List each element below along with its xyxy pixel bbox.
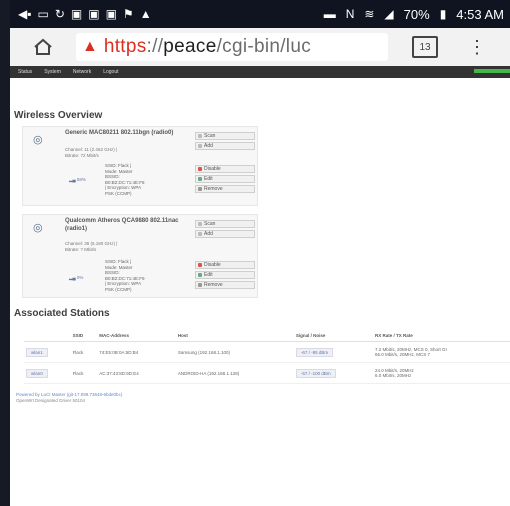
cast-icon: ▬	[323, 7, 336, 21]
home-icon	[34, 38, 52, 55]
add-button[interactable]: Add	[195, 230, 255, 238]
voicemail-icon: ▭	[37, 7, 49, 21]
nav-item-status[interactable]: Status	[18, 69, 32, 75]
add-icon	[198, 144, 202, 148]
column-header: Host	[175, 330, 294, 342]
warning-icon: ▲	[82, 38, 98, 55]
host-cell: Samsung (192.168.1.100)	[175, 341, 294, 363]
flag-icon: ⚑	[122, 7, 134, 21]
scan-button[interactable]: Scan	[195, 132, 255, 140]
wifi-icon: ≋	[364, 7, 375, 21]
rate-cell: 7.2 Mbit/s, 20MHz, MCS 0, Short GI 65.0 M…	[373, 341, 510, 363]
battery-icon: ▮	[439, 7, 447, 21]
phone-screen: ◀▪ ▭ ↻ ▣ ▣ ▣ ⚑ ▲ ▬ N ≋ ◢ 70% ▮ 4:53 AM ▲	[0, 0, 510, 506]
image-icon: ▣	[88, 7, 100, 21]
wifi-device-icon: ◎	[33, 134, 43, 146]
image-icon: ▣	[105, 7, 117, 21]
add-icon	[198, 232, 202, 236]
mute-icon: ◀▪	[18, 7, 32, 21]
browser-toolbar: ▲ https://peace/cgi-bin/luc 13 ⋮	[10, 28, 510, 66]
remove-button[interactable]: Remove	[195, 185, 255, 193]
changes-indicator	[474, 69, 510, 73]
edit-button[interactable]: Edit	[195, 175, 255, 183]
signal-cell: -67 / -95 dBm	[293, 341, 373, 363]
column-header: MAC-Address	[97, 330, 176, 342]
nav-item-system[interactable]: System	[44, 69, 61, 75]
associated-stations-title: Associated Stations	[14, 308, 110, 319]
scan-button[interactable]: Scan	[195, 220, 255, 228]
add-button[interactable]: Add	[195, 142, 255, 150]
notification-icons: ◀▪ ▭ ↻ ▣ ▣ ▣ ⚑ ▲	[18, 7, 152, 21]
signal-strength: ▂▄ 0%	[69, 275, 84, 280]
signal-strength: ▂▄ 58%	[69, 177, 86, 182]
column-header: RX Rate / TX Rate	[373, 330, 510, 342]
table-row: wlan0 Flack AC:37:43:8D:9D:E4 ANDROID-HA…	[24, 362, 510, 384]
home-button[interactable]	[28, 32, 58, 62]
radio0-block: ◎ Generic MAC80211 802.11bgn (radio0) Ch…	[22, 126, 258, 206]
nfc-icon: N	[345, 7, 355, 21]
clock: 4:53 AM	[456, 6, 504, 22]
device-channel: Channel: 36 (5.180 GHz) | Bitrate: ? Mbit…	[65, 241, 118, 252]
host-cell: ANDROID-HA (192.168.1.128)	[175, 362, 294, 384]
iface-cell: wlan0	[24, 362, 71, 384]
web-page: Status System Network Logout Wireless Ov…	[10, 66, 510, 506]
network-info: SSID: Flack | Mode: Master BSSID: B0:B2:…	[105, 259, 145, 292]
wireless-overview-title: Wireless Overview	[14, 110, 103, 121]
remove-icon	[198, 283, 202, 287]
wifi-device-icon: ◎	[33, 222, 43, 234]
screen-edge	[0, 0, 10, 506]
edit-icon	[198, 273, 202, 277]
luci-nav-bar: Status System Network Logout	[10, 66, 510, 78]
ssid-cell: Flack	[70, 362, 98, 384]
image-icon: ▣	[70, 7, 83, 21]
status-bar: ◀▪ ▭ ↻ ▣ ▣ ▣ ⚑ ▲ ▬ N ≋ ◢ 70% ▮ 4:53 AM	[10, 0, 510, 28]
rate-cell: 24.0 Mbit/s, 20MHz 6.0 Mbit/s, 20MHz	[373, 362, 510, 384]
disable-button[interactable]: Disable	[195, 261, 255, 269]
battery-percent: 70%	[403, 6, 430, 22]
signal-icon: ◢	[384, 7, 394, 21]
powered-by-link[interactable]: Powered by LuCI Master (git-17.099.73648…	[16, 392, 122, 397]
edit-button[interactable]: Edit	[195, 271, 255, 279]
address-bar[interactable]: ▲ https://peace/cgi-bin/luc	[76, 33, 388, 61]
tab-count: 13	[419, 41, 431, 53]
disable-icon	[198, 263, 202, 267]
remove-icon	[198, 187, 202, 191]
stations-table: SSID MAC-Address Host Signal / Noise RX …	[24, 330, 510, 384]
ssid-cell: Flack	[70, 341, 98, 363]
column-header: SSID	[70, 330, 98, 342]
tab-switcher-button[interactable]: 13	[412, 36, 438, 58]
signal-cell: -67 / -100 dBm	[293, 362, 373, 384]
radio1-block: ◎ Qualcomm Atheros QCA9880 802.11nac (ra…	[22, 214, 258, 298]
nav-item-network[interactable]: Network	[73, 69, 91, 75]
table-row: wlan1 Flack 74:E5:0B:0A:5D:B4 Samsung (1…	[24, 341, 510, 363]
table-header-row: SSID MAC-Address Host Signal / Noise RX …	[24, 330, 510, 342]
system-indicators: ▬ N ≋ ◢ 70% ▮ 4:53 AM	[324, 7, 504, 22]
overflow-menu-icon[interactable]: ⋮	[468, 38, 486, 56]
iface-cell: wlan1	[24, 341, 71, 363]
sync-icon: ↻	[54, 7, 65, 21]
network-info: SSID: Flack | Mode: Master BSSID: B0:B2:…	[105, 163, 145, 196]
column-header	[24, 330, 71, 342]
page-footer: Powered by LuCI Master (git-17.099.73648…	[16, 392, 122, 404]
scan-icon	[198, 222, 202, 226]
edit-icon	[198, 177, 202, 181]
remove-button[interactable]: Remove	[195, 281, 255, 289]
mac-cell: 74:E5:0B:0A:5D:B4	[97, 341, 176, 363]
column-header: Signal / Noise	[293, 330, 373, 342]
disable-icon	[198, 167, 202, 171]
device-name: Generic MAC80211 802.11bgn (radio0)	[65, 130, 174, 136]
firmware-version: OpenWrt Designated Driver 50104	[16, 398, 85, 403]
device-channel: Channel: 11 (2.462 GHz) | Bitrate: 72 Mbi…	[65, 147, 118, 158]
scan-icon	[198, 134, 202, 138]
nav-item-logout[interactable]: Logout	[103, 69, 118, 75]
url-text: https://peace/cgi-bin/luc	[103, 36, 311, 57]
disable-button[interactable]: Disable	[195, 165, 255, 173]
device-name: Qualcomm Atheros QCA9880 802.11nac (radi…	[65, 218, 179, 232]
mac-cell: AC:37:43:8D:9D:E4	[97, 362, 176, 384]
alert-icon: ▲	[139, 7, 152, 21]
